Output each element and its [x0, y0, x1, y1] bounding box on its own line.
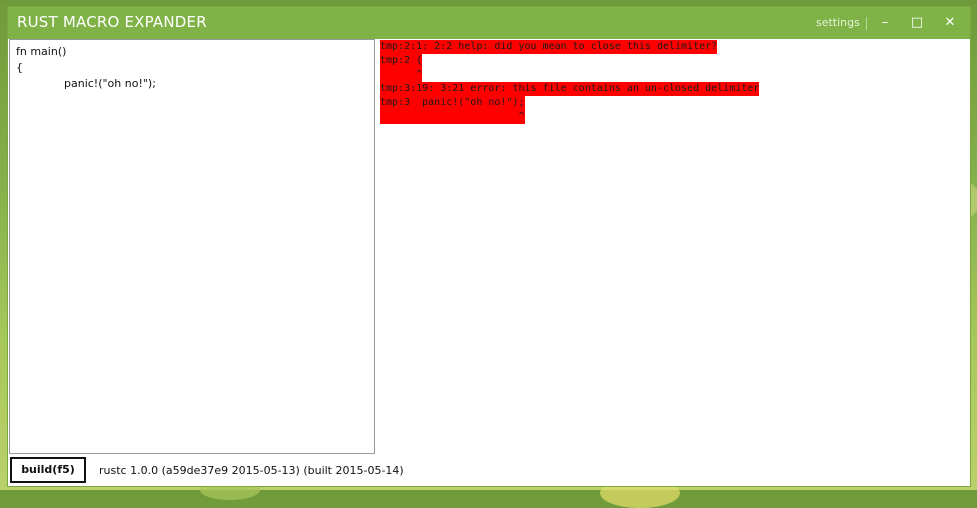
- maximize-icon[interactable]: □: [906, 12, 928, 34]
- output-line: ^: [380, 68, 423, 82]
- app-window: RUST MACRO EXPANDER settings – □ ✕ fn ma…: [7, 6, 971, 487]
- output-line: tmp:2:1: 2:2 help: did you mean to close…: [380, 40, 718, 54]
- app-title: RUST MACRO EXPANDER: [17, 13, 207, 31]
- code-editor[interactable]: fn main() { panic!("oh no!");: [9, 39, 375, 454]
- output-line: tmp:3:19: 3:21 error: this file contains…: [380, 82, 760, 96]
- settings-link[interactable]: settings: [816, 16, 860, 29]
- code-line: fn main(): [16, 45, 67, 58]
- compiler-output: tmp:2:1: 2:2 help: did you mean to close…: [380, 40, 965, 454]
- status-bar: build(f5) rustc 1.0.0 (a59de37e9 2015-05…: [8, 454, 970, 486]
- close-icon[interactable]: ✕: [939, 12, 961, 34]
- code-line: {: [16, 61, 23, 74]
- title-bar[interactable]: RUST MACRO EXPANDER settings – □ ✕: [8, 7, 970, 39]
- minimize-icon[interactable]: –: [874, 12, 896, 34]
- output-line: tmp:3 panic!("oh no!");: [380, 96, 525, 110]
- code-line: panic!("oh no!");: [64, 77, 156, 90]
- output-line: ^: [380, 110, 525, 124]
- compiler-version: rustc 1.0.0 (a59de37e9 2015-05-13) (buil…: [99, 464, 404, 477]
- titlebar-separator: [866, 17, 867, 30]
- output-line: tmp:2 {: [380, 54, 423, 68]
- build-button[interactable]: build(f5): [10, 457, 86, 483]
